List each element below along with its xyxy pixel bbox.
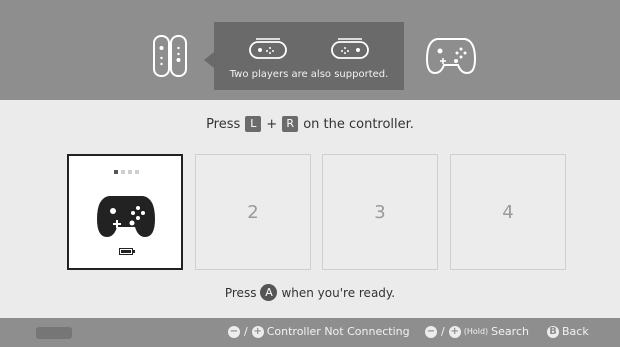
controller-not-connecting-button[interactable]: − / + Controller Not Connecting: [228, 325, 410, 338]
footer-bar: − / + Controller Not Connecting − / + (H…: [0, 318, 620, 347]
l-button-icon: L: [245, 116, 262, 132]
sideways-joy-con-right-icon: [331, 38, 369, 59]
battery-fill: [121, 250, 131, 253]
b-button-icon: B: [547, 325, 559, 338]
header-bar: Two players are also supported.: [0, 0, 620, 100]
slash: /: [441, 325, 445, 338]
hold-label: (Hold): [463, 327, 489, 336]
player-slot-3[interactable]: 3: [322, 154, 438, 270]
r-button-icon: R: [282, 116, 299, 132]
press-suffix: on the controller.: [303, 116, 414, 132]
ready-instruction: Press A when you're ready.: [0, 284, 620, 301]
slot-label: 2: [247, 201, 259, 223]
joy-con-pair-icon: [153, 35, 187, 77]
plus-button-icon: +: [448, 325, 461, 338]
minus-button-icon: −: [425, 325, 437, 338]
search-button[interactable]: − / + (Hold) Search: [425, 325, 529, 338]
a-button-icon: A: [260, 284, 278, 301]
slot-label: 4: [502, 201, 514, 223]
not-connecting-label: Controller Not Connecting: [266, 325, 410, 338]
player-indicator-lights: [114, 170, 139, 174]
sideways-joy-con-left-icon: [249, 38, 287, 59]
pro-controller-icon: [97, 196, 155, 237]
blurred-icon: [36, 327, 72, 339]
press-prefix: Press: [206, 116, 241, 132]
tooltip-text: Two players are also supported.: [229, 69, 389, 80]
player-light-2: [121, 170, 125, 174]
player-slot-1[interactable]: [67, 154, 183, 270]
player-slot-4[interactable]: 4: [450, 154, 566, 270]
player-light-1: [114, 170, 118, 174]
search-label: Search: [491, 325, 529, 338]
slot-label: 3: [374, 201, 386, 223]
two-player-tooltip: Two players are also supported.: [204, 22, 404, 90]
player-light-3: [128, 170, 132, 174]
press-lr-instruction: Press L + R on the controller.: [0, 116, 620, 132]
player-slot-2[interactable]: 2: [195, 154, 311, 270]
slash: /: [244, 325, 248, 338]
minus-button-icon: −: [228, 325, 240, 338]
battery-icon: [119, 248, 135, 255]
plus-sign: +: [266, 116, 278, 132]
ready-suffix: when you're ready.: [281, 285, 396, 300]
player-light-4: [135, 170, 139, 174]
pro-controller-icon: [425, 38, 477, 75]
back-label: Back: [562, 325, 589, 338]
plus-button-icon: +: [251, 325, 264, 338]
back-button[interactable]: B Back: [547, 325, 589, 338]
ready-prefix: Press: [224, 285, 257, 300]
